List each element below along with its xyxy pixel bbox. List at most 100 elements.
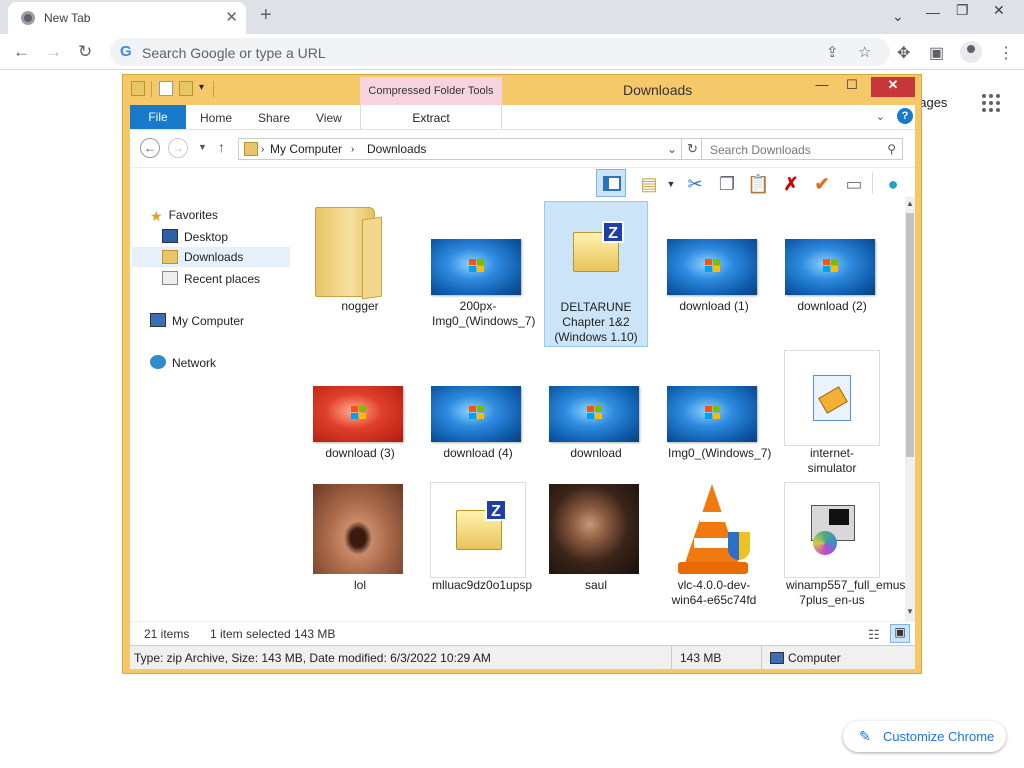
qat-dropdown-icon[interactable]: ▾: [199, 82, 204, 93]
back-icon[interactable]: ←: [13, 42, 30, 62]
breadcrumb-downloads[interactable]: Downloads: [367, 142, 426, 156]
nav-recent-places[interactable]: Recent places: [162, 271, 260, 291]
image-thumbnail: [782, 203, 882, 295]
installer-icon: [782, 482, 882, 578]
address-bar[interactable]: › My Computer › Downloads ⌄: [238, 138, 682, 160]
file-item[interactable]: nogger: [310, 203, 410, 314]
address-dropdown-icon[interactable]: ⌄: [667, 142, 677, 156]
help-icon[interactable]: ?: [897, 108, 913, 124]
downloads-folder-icon: [162, 250, 178, 264]
organize-dropdown-icon[interactable]: ▼: [660, 173, 682, 195]
file-item[interactable]: download: [546, 350, 646, 461]
menu-icon[interactable]: ⋮: [998, 43, 1014, 63]
tab-home[interactable]: Home: [200, 111, 232, 125]
breadcrumb-my-computer[interactable]: My Computer: [270, 142, 342, 156]
file-name: 200px-Img0_(Windows_7): [432, 299, 536, 328]
tab-view[interactable]: View: [316, 111, 342, 125]
browser-tab[interactable]: New Tab ✕: [8, 2, 246, 34]
nav-desktop[interactable]: Desktop: [162, 229, 228, 249]
delete-icon[interactable]: ✗: [780, 173, 802, 195]
scroll-thumb[interactable]: [906, 213, 914, 457]
large-icons-view-icon[interactable]: ▣: [890, 624, 910, 643]
omnibox[interactable]: G Search Google or type a URL ⇪ ☆: [110, 38, 890, 66]
close-window-icon[interactable]: ✕: [993, 2, 1005, 19]
file-item[interactable]: vlc-4.0.0-dev-win64-e65c74fd: [664, 482, 764, 608]
close-window-icon[interactable]: ✕: [871, 77, 915, 97]
search-input[interactable]: Search Downloads ⚲: [701, 138, 903, 160]
tab-title: New Tab: [44, 11, 91, 25]
copy-icon[interactable]: ❐: [716, 173, 738, 195]
close-tab-icon[interactable]: ✕: [225, 8, 238, 26]
folder-icon: [310, 203, 410, 297]
restore-icon[interactable]: ❐: [956, 2, 969, 19]
tab-extract[interactable]: Extract: [360, 105, 502, 129]
minimize-icon[interactable]: —: [926, 4, 940, 20]
search-icon: ⚲: [887, 142, 896, 156]
rename-icon[interactable]: ▭: [843, 173, 865, 195]
new-tab-button[interactable]: +: [260, 4, 272, 27]
nav-my-computer[interactable]: My Computer: [150, 313, 244, 333]
file-item[interactable]: Z DELTARUNE Chapter 1&2 (Windows 1.10): [544, 201, 648, 347]
scroll-up-icon[interactable]: ▲: [905, 199, 915, 208]
globe-icon[interactable]: ●: [882, 173, 904, 195]
file-icon: [782, 350, 882, 446]
file-item[interactable]: download (4): [428, 350, 528, 461]
forward-icon[interactable]: →: [168, 138, 188, 158]
back-icon[interactable]: ←: [140, 138, 160, 158]
file-item[interactable]: Img0_(Windows_7): [664, 350, 772, 461]
forward-icon[interactable]: →: [45, 42, 62, 62]
profile-avatar[interactable]: [960, 41, 982, 63]
file-name: DELTARUNE Chapter 1&2 (Windows 1.10): [554, 300, 638, 344]
folder-down-icon[interactable]: [131, 81, 145, 96]
cut-icon[interactable]: ✂: [684, 173, 706, 195]
nav-downloads[interactable]: Downloads: [132, 247, 290, 267]
file-name: Img0_(Windows_7): [668, 446, 772, 460]
explorer-window: ▾ Compressed Folder Tools Downloads — ☐ …: [122, 74, 922, 674]
paste-icon[interactable]: 📋: [747, 173, 769, 195]
details-bar: Type: zip Archive, Size: 143 MB, Date mo…: [130, 645, 915, 670]
scroll-down-icon[interactable]: ▼: [905, 607, 915, 616]
file-item[interactable]: download (2): [782, 203, 882, 314]
share-icon[interactable]: ⇪: [826, 43, 839, 61]
details-view-icon[interactable]: ☷: [868, 627, 880, 643]
file-item[interactable]: internet-simulator: [782, 350, 882, 476]
command-bar: ▤ ▼ ✂ ❐ 📋 ✗ ✔ ▭ ●: [130, 167, 915, 197]
tab-file[interactable]: File: [130, 105, 186, 129]
customize-chrome-button[interactable]: ✎ Customize Chrome: [843, 721, 1006, 752]
minimize-icon[interactable]: —: [809, 77, 835, 97]
reload-icon[interactable]: ↻: [78, 42, 92, 62]
file-item[interactable]: download (3): [310, 350, 410, 461]
photo-thumbnail: [546, 482, 646, 574]
bookmark-star-icon[interactable]: ☆: [858, 43, 871, 61]
vertical-scrollbar[interactable]: ▲ ▼: [905, 197, 915, 621]
file-name: download (1): [679, 299, 749, 313]
desktop-icon: [162, 229, 178, 243]
file-item[interactable]: 200px-Img0_(Windows_7): [428, 203, 536, 329]
properties-icon[interactable]: [159, 81, 173, 96]
preview-pane-icon[interactable]: [596, 169, 626, 197]
file-item[interactable]: download (1): [664, 203, 764, 314]
side-panel-icon[interactable]: ▣: [929, 43, 944, 63]
nav-network[interactable]: Network: [150, 355, 216, 375]
item-count: 21 items: [144, 627, 190, 641]
maximize-icon[interactable]: ☐: [837, 77, 867, 97]
extensions-icon[interactable]: ✥: [897, 43, 910, 63]
properties-check-icon[interactable]: ✔: [811, 173, 833, 195]
file-item[interactable]: Zmlluac9dz0o1upsp: [428, 482, 532, 593]
apps-grid-icon[interactable]: [982, 94, 1000, 112]
organize-icon[interactable]: ▤: [638, 173, 660, 195]
new-folder-icon[interactable]: [179, 81, 193, 96]
expand-ribbon-icon[interactable]: ⌄: [876, 110, 885, 123]
up-icon[interactable]: ↑: [218, 139, 225, 155]
tab-search-icon[interactable]: ⌄: [892, 8, 904, 25]
file-item[interactable]: lol: [310, 482, 410, 593]
file-name: download (2): [797, 299, 867, 313]
nav-favorites[interactable]: ★ Favorites: [150, 208, 218, 228]
tab-share[interactable]: Share: [258, 111, 290, 125]
zip-archive-icon: Z: [545, 204, 647, 296]
status-bar: 21 items 1 item selected 143 MB ☷ ▣: [130, 621, 915, 645]
recent-dropdown-icon[interactable]: ▼: [198, 142, 207, 152]
file-item[interactable]: saul: [546, 482, 646, 593]
file-item[interactable]: winamp557_full_emusic-7plus_en-us: [782, 482, 913, 608]
file-name: saul: [584, 578, 607, 592]
